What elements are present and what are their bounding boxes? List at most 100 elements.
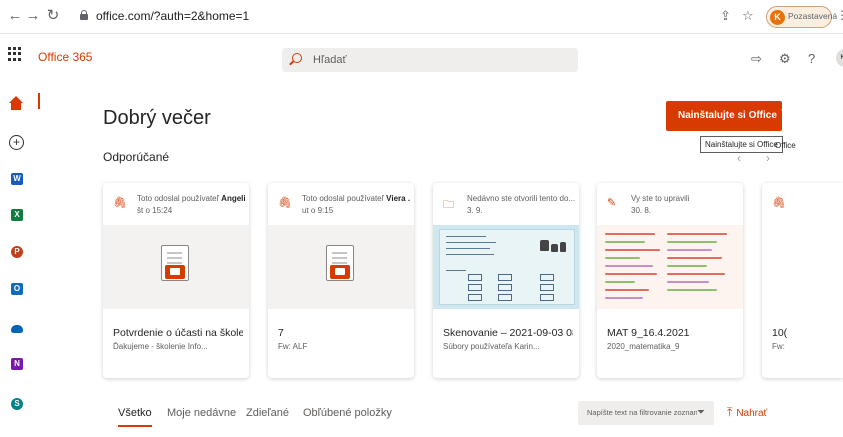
word-icon: W	[11, 173, 23, 185]
rail-active-indicator	[38, 93, 40, 109]
reload-icon[interactable]: ↻	[44, 7, 62, 25]
recommended-card[interactable]: 🗀 Nedávno ste otvorili tento do... 3. 9.	[433, 183, 579, 378]
rail-powerpoint[interactable]: P	[7, 242, 27, 262]
onedrive-icon	[11, 325, 23, 333]
card-header: ✎ Vy ste to upravili 30. 8.	[597, 183, 743, 225]
brand-title[interactable]: Office 365	[38, 50, 92, 64]
chevron-right-icon[interactable]: ›	[766, 151, 770, 165]
search-input[interactable]: Hľadať	[282, 48, 578, 72]
card-header: 🖇 Toto odoslal používateľ Angeli... št o…	[103, 183, 249, 225]
card-activity: Toto odoslal používateľ Angeli...	[137, 194, 245, 203]
lock-icon	[80, 10, 88, 20]
chevron-left-icon[interactable]: ‹	[737, 151, 741, 165]
browser-toolbar: ← → ↻ office.com/?auth=2&home=1 ⇪ ☆ K Po…	[0, 0, 843, 34]
card-activity: Nedávno ste otvorili tento do...	[467, 194, 575, 203]
paperclip-icon: 🖇	[113, 197, 127, 209]
card-file-name: MAT 9_16.4.2021	[607, 327, 690, 339]
forward-arrow-icon[interactable]: →	[24, 7, 42, 25]
upload-arrow-icon: ⤒	[727, 405, 733, 419]
card-thumbnail	[433, 225, 579, 309]
tab-all[interactable]: Všetko	[118, 407, 152, 419]
share-icon[interactable]: ⇪	[720, 8, 731, 24]
rail-home[interactable]	[7, 93, 27, 113]
app-launcher-icon[interactable]	[8, 47, 22, 61]
recommended-card[interactable]: 🖇 Toto odoslal používateľ Viera ... ut o…	[268, 183, 414, 378]
recommended-card[interactable]: ✎ Vy ste to upravili 30. 8. MAT 9_16.4.2…	[597, 183, 743, 378]
card-location: Ďakujeme - školenie Info...	[113, 342, 208, 351]
rail-onenote[interactable]: N	[7, 354, 27, 374]
browser-menu-icon[interactable]: ⋮	[836, 8, 843, 22]
star-icon[interactable]: ☆	[742, 8, 754, 24]
math-preview-image	[597, 225, 743, 309]
search-placeholder: Hľadať	[313, 54, 347, 66]
rail-excel[interactable]: X	[7, 205, 27, 225]
chevron-down-icon: ﹀	[780, 110, 791, 121]
card-file-name: 7	[278, 327, 284, 339]
rail-create[interactable]: +	[7, 133, 27, 153]
card-thumbnail	[103, 225, 249, 309]
recommended-heading: Odporúčané	[103, 150, 170, 164]
filter-icon[interactable]: ⏷	[697, 407, 705, 418]
office-header: Office 365 Hľadať ⇨ ⚙ ? KA	[0, 34, 843, 84]
page-title: Dobrý večer	[103, 107, 211, 129]
onenote-icon: N	[11, 358, 23, 370]
gear-icon[interactable]: ⚙	[779, 51, 791, 67]
url-text[interactable]: office.com/?auth=2&home=1	[96, 9, 249, 23]
recommended-card[interactable]: 🖇 10( Fw:	[762, 183, 843, 378]
tab-favorites[interactable]: Obľúbené položky	[303, 407, 392, 419]
card-activity: Vy ste to upravili	[631, 194, 690, 203]
profile-avatar: K	[770, 10, 785, 25]
tab-shared[interactable]: Zdieľané	[246, 407, 289, 419]
filter-placeholder: Napíšte text na filtrovanie zoznamu	[587, 408, 697, 417]
powerpoint-icon: P	[11, 246, 23, 258]
paperclip-icon: 🖇	[278, 197, 292, 209]
sharepoint-icon: S	[11, 398, 23, 410]
plus-icon: +	[9, 135, 24, 150]
pdf-file-icon	[161, 245, 191, 283]
upload-label: Nahrať	[736, 408, 768, 419]
install-office-label: Nainštalujte si Office	[678, 110, 777, 121]
card-activity: Toto odoslal používateľ Viera ...	[302, 194, 410, 203]
search-icon	[292, 53, 302, 63]
card-time: ut o 9:15	[302, 206, 334, 215]
folder-icon: 🗀	[443, 199, 454, 211]
card-location: Súbory používateľa Karin...	[443, 342, 540, 351]
rail-word[interactable]: W	[7, 169, 27, 189]
scan-preview-image	[433, 225, 579, 309]
rail-onedrive[interactable]	[7, 318, 27, 338]
profile-button[interactable]: K Pozastavená	[766, 6, 837, 28]
back-arrow-icon[interactable]: ←	[6, 7, 24, 25]
app-rail: + W X P O N S	[0, 84, 34, 437]
active-tab-indicator	[118, 425, 152, 427]
profile-label: Pozastavená	[788, 11, 838, 21]
paperclip-icon: 🖇	[772, 197, 786, 209]
pencil-icon: ✎	[607, 197, 617, 209]
excel-icon: X	[11, 209, 23, 221]
card-file-name: Skenovanie – 2021-09-03 08_57_43	[443, 327, 573, 339]
card-location: Fw:	[772, 342, 785, 351]
filter-input[interactable]: Napíšte text na filtrovanie zoznamu ⏷	[578, 401, 714, 425]
help-icon[interactable]: ?	[808, 51, 815, 66]
install-office-button[interactable]: Nainštalujte si Office ﹀	[666, 101, 791, 131]
rail-outlook[interactable]: O	[7, 279, 27, 299]
upload-button[interactable]: ⤒ Nahrať	[727, 405, 767, 420]
card-thumbnail	[597, 225, 743, 309]
card-file-name: Potvrdenie o účasti na školení_22...	[113, 327, 243, 339]
feedback-icon[interactable]: ⇨	[751, 51, 762, 67]
tab-my-recent[interactable]: Moje nedávne	[167, 407, 236, 419]
card-location: Fw: ALF	[278, 342, 308, 351]
rail-sharepoint[interactable]: S	[7, 394, 27, 414]
card-time: št o 15:24	[137, 206, 173, 215]
card-time: 3. 9.	[467, 206, 483, 215]
install-tooltip: Nainštalujte si Office	[700, 136, 783, 153]
recommended-card[interactable]: 🖇 Toto odoslal používateľ Angeli... št o…	[103, 183, 249, 378]
card-time: 30. 8.	[631, 206, 652, 215]
avatar[interactable]: KA	[836, 49, 843, 67]
outlook-icon: O	[11, 283, 23, 295]
card-location: 2020_matematika_9	[607, 342, 680, 351]
card-header: 🗀 Nedávno ste otvorili tento do... 3. 9.	[433, 183, 579, 225]
pdf-file-icon	[326, 245, 356, 283]
card-thumbnail	[268, 225, 414, 309]
tooltip-tail-text: Office	[775, 141, 796, 150]
address-bar[interactable]: office.com/?auth=2&home=1	[80, 5, 740, 29]
